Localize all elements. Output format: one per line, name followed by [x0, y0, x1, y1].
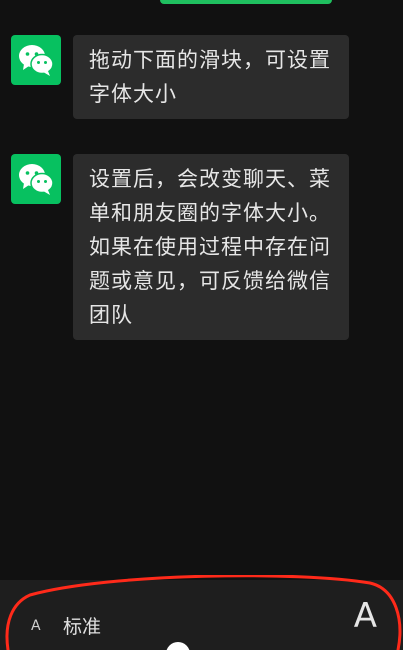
- wechat-logo-icon: [11, 35, 61, 85]
- font-size-slider-panel: [0, 580, 403, 650]
- chat-bubble: 拖动下面的滑块，可设置字体大小: [73, 35, 349, 119]
- small-font-label: A: [31, 618, 41, 634]
- large-font-label: A: [353, 596, 377, 636]
- previous-message-bubble-edge: [160, 0, 332, 4]
- standard-size-label: 标准: [63, 616, 102, 638]
- chat-message-row: 拖动下面的滑块，可设置字体大小: [11, 35, 349, 119]
- font-size-settings-screen: 拖动下面的滑块，可设置字体大小 设置后，会改变聊天、菜单和朋友圈的字体大小。如果…: [0, 0, 403, 650]
- chat-bubble: 设置后，会改变聊天、菜单和朋友圈的字体大小。如果在使用过程中存在问题或意见，可反…: [73, 154, 349, 340]
- wechat-logo-icon: [11, 154, 61, 204]
- chat-message-row: 设置后，会改变聊天、菜单和朋友圈的字体大小。如果在使用过程中存在问题或意见，可反…: [11, 154, 349, 340]
